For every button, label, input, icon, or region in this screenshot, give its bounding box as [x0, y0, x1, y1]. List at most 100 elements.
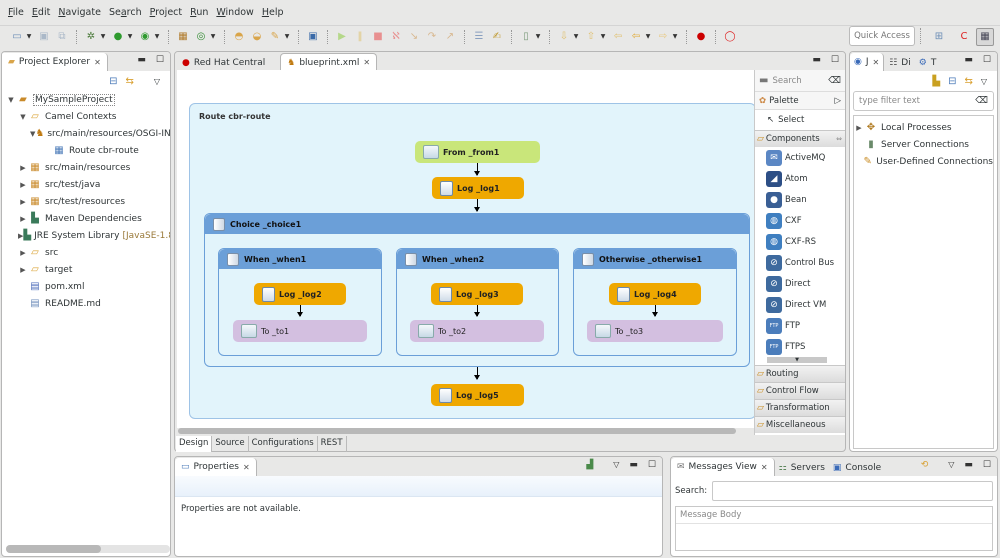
tree-item[interactable]: ▶ ▱ target — [6, 261, 170, 278]
new-class-icon[interactable]: ◎ — [194, 30, 208, 44]
pin-icon[interactable]: ⇔ — [836, 135, 842, 143]
close-icon[interactable]: ✕ — [94, 58, 101, 67]
minimize-icon[interactable]: ▬ — [964, 55, 973, 65]
search-tool-icon[interactable]: ✎ — [268, 30, 282, 44]
messages-search-input[interactable] — [712, 481, 993, 501]
tree-item-local-processes[interactable]: ▶ ✥ Local Processes — [854, 119, 993, 136]
chevron-down-icon[interactable]: ▼ — [210, 30, 216, 44]
suspend-icon[interactable]: ‖ — [353, 30, 367, 44]
palette-item[interactable]: FTP FTP — [755, 315, 845, 336]
chevron-down-icon[interactable]: ▼ — [127, 30, 133, 44]
tree-item[interactable]: ▶ ▱ src — [6, 244, 170, 261]
log-node[interactable]: Log _log4 — [609, 283, 701, 305]
collapse-icon[interactable]: ▼ — [18, 113, 28, 121]
minimize-icon[interactable]: ▬ — [812, 55, 821, 65]
chevron-down-icon[interactable]: ▼ — [573, 30, 579, 44]
resume-icon[interactable]: ▶ — [335, 30, 349, 44]
server-icon[interactable]: ▯ — [519, 30, 533, 44]
chevron-down-icon[interactable]: ▼ — [100, 30, 106, 44]
column-header-message-body[interactable]: Message Body — [676, 507, 992, 524]
chevron-down-icon[interactable]: ▼ — [26, 30, 32, 44]
horizontal-scrollbar[interactable] — [6, 545, 170, 553]
clear-icon[interactable]: ⌫ — [975, 96, 988, 106]
chevron-down-icon[interactable]: ▼ — [645, 30, 651, 44]
new-connection-icon[interactable]: ▙ — [932, 76, 940, 87]
openshift-perspective-icon[interactable]: C — [957, 30, 971, 44]
console-icon[interactable]: ▣ — [306, 30, 320, 44]
to-node[interactable]: To _to2 — [410, 320, 544, 342]
run-icon[interactable]: ● — [111, 30, 125, 44]
chevron-down-icon[interactable]: ▼ — [535, 30, 541, 44]
terminate-icon[interactable]: ■ — [371, 30, 385, 44]
tab-red-hat-central[interactable]: ● Red Hat Central — [175, 53, 272, 71]
chevron-down-icon[interactable]: ▼ — [600, 30, 606, 44]
menu-help[interactable]: Help — [262, 7, 284, 18]
last-edit-location-icon[interactable]: ⇦ — [611, 30, 625, 44]
expand-icon[interactable]: ▶ — [18, 164, 28, 172]
minimize-icon[interactable]: ▬ — [964, 460, 973, 470]
palette-search[interactable]: ▬ Search ⌫ — [755, 70, 845, 92]
close-icon[interactable]: ✕ — [761, 463, 768, 472]
palette-drawer[interactable]: ▱ Control Flow — [755, 382, 845, 399]
palette-drawer[interactable]: ▱ Miscellaneous — [755, 416, 845, 433]
minimize-icon[interactable]: ▬ — [137, 55, 146, 65]
palette-drawer[interactable]: ▱ Routing — [755, 365, 845, 382]
chevron-down-icon[interactable]: ▼ — [672, 30, 678, 44]
palette-item[interactable]: ⊘ Control Bus — [755, 252, 845, 273]
open-perspective-icon[interactable]: ⊞ — [932, 30, 946, 44]
scrollbar-thumb[interactable] — [6, 545, 102, 553]
view-menu-icon[interactable]: ▽ — [981, 77, 987, 86]
tree-item[interactable]: ▶ ▦ src/main/resources — [6, 159, 170, 176]
canvas-horizontal-scrollbar[interactable] — [178, 428, 736, 434]
palette-search-input[interactable]: Search — [772, 76, 828, 86]
pin-editor-icon[interactable]: ▟ — [586, 460, 593, 470]
step-over-icon[interactable]: ↷ — [425, 30, 439, 44]
forward-icon[interactable]: ⇨ — [656, 30, 670, 44]
palette-item[interactable]: ◢ Atom — [755, 168, 845, 189]
jboss-perspective-icon[interactable]: ▦ — [976, 28, 994, 46]
view-menu-icon[interactable]: ▽ — [948, 460, 954, 470]
expand-icon[interactable]: ▶ — [18, 181, 28, 189]
tree-item[interactable]: ▤ pom.xml — [6, 278, 170, 295]
view-menu-icon[interactable]: ▽ — [613, 460, 619, 470]
next-annotation-icon[interactable]: ⇩ — [557, 30, 571, 44]
tab-console[interactable]: ▣ Console — [829, 458, 885, 476]
menu-edit[interactable]: Edit — [32, 7, 50, 18]
maximize-icon[interactable]: ☐ — [648, 460, 656, 470]
tree-item[interactable]: ▦ Route cbr-route — [6, 142, 170, 159]
step-return-icon[interactable]: ↗ — [443, 30, 457, 44]
new-wizard-icon[interactable]: ▭ — [10, 30, 24, 44]
maximize-icon[interactable]: ☐ — [156, 55, 164, 65]
link-with-editor-icon[interactable]: ⇆ — [125, 76, 133, 87]
palette-scroll-down[interactable]: ▼ — [767, 357, 827, 363]
back-icon[interactable]: ⇦ — [629, 30, 643, 44]
log-node[interactable]: Log _log3 — [431, 283, 523, 305]
menu-file[interactable]: File — [8, 7, 24, 18]
minimize-icon[interactable]: ▬ — [629, 460, 638, 470]
tab-rest[interactable]: REST — [318, 436, 347, 452]
log-node[interactable]: Log _log1 — [432, 177, 524, 199]
chevron-down-icon[interactable]: ▼ — [154, 30, 160, 44]
route-diagram-canvas[interactable]: Route cbr-route From _from1 Log _log1 Ch… — [177, 70, 754, 428]
palette-select-tool[interactable]: ↖ Select — [755, 110, 845, 130]
tree-item[interactable]: ▶ ▙ Maven Dependencies — [6, 210, 170, 227]
tree-item-user-defined-connections[interactable]: ✎ User-Defined Connections — [854, 153, 993, 170]
chevron-down-icon[interactable]: ▼ — [284, 30, 290, 44]
save-icon[interactable]: ▣ — [37, 30, 51, 44]
clear-icon[interactable]: ⌫ — [828, 76, 841, 86]
scrollbar-thumb[interactable] — [178, 428, 736, 434]
tab-properties[interactable]: ▭ Properties ✕ — [175, 458, 257, 476]
tab-blueprint-xml[interactable]: ♞ blueprint.xml ✕ — [280, 53, 378, 71]
quick-access-input[interactable]: Quick Access — [849, 26, 915, 46]
jmx-filter-input[interactable]: type filter text ⌫ — [853, 91, 994, 111]
tree-item[interactable]: ▼ ▱ Camel Contexts — [6, 108, 170, 125]
tree-item[interactable]: ▼ ♞ src/main/resources/OSGI-IN — [6, 125, 170, 142]
menu-search[interactable]: Search — [109, 7, 142, 18]
tree-item-server-connections[interactable]: ▮ Server Connections — [854, 136, 993, 153]
refresh-icon[interactable]: ⟲ — [921, 460, 929, 470]
close-icon[interactable]: ✕ — [873, 58, 880, 67]
to-node[interactable]: To _to1 — [233, 320, 367, 342]
menu-navigate[interactable]: Navigate — [58, 7, 101, 18]
collapse-palette-icon[interactable]: ▷ — [834, 96, 841, 106]
tab-messages-view[interactable]: ✉ Messages View ✕ — [671, 458, 775, 476]
